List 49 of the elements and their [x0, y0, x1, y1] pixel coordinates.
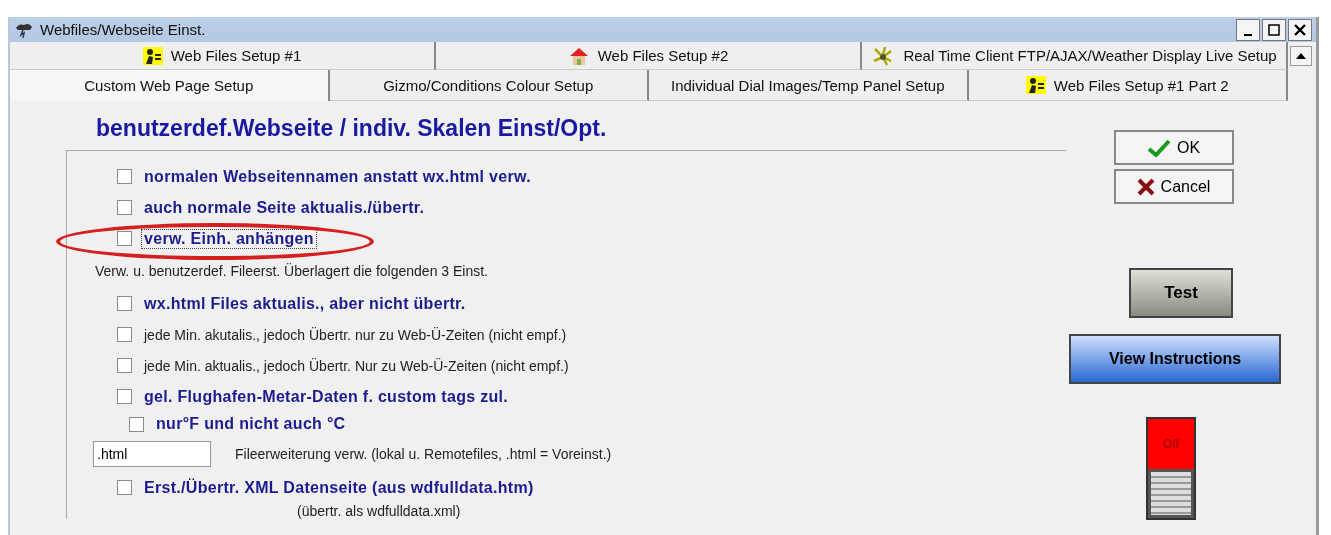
- cross-icon: [1136, 177, 1155, 196]
- window-title: Webfiles/Webseite Einst.: [40, 21, 206, 38]
- storm-cloud-icon: [14, 21, 34, 38]
- checkbox-label: wx.html Files aktualis., aber nicht übertr.: [143, 294, 467, 313]
- tab[interactable]: Real Time Client FTP/AJAX/Weather Display Live Setup: [862, 42, 1288, 70]
- maximize-icon: [1268, 23, 1280, 36]
- checkbox-label: nur°F und nicht auch °C: [155, 415, 347, 433]
- extension-field[interactable]: .html: [93, 441, 211, 467]
- ok-button[interactable]: OK: [1113, 130, 1234, 165]
- checkbox[interactable]: [117, 389, 132, 404]
- tab[interactable]: Web Files Setup #2: [436, 42, 862, 70]
- tab[interactable]: Web Files Setup #1: [10, 42, 436, 70]
- checkbox[interactable]: [117, 327, 132, 342]
- maximize-button[interactable]: [1262, 18, 1286, 41]
- scroll-up-button[interactable]: [1290, 46, 1312, 66]
- checkbox-label: Erst./Übertr. XML Datenseite (aus wdfulldata.htm): [143, 478, 535, 497]
- checkbox[interactable]: [117, 296, 132, 311]
- checkbox-label: verw. Einh. anhängen: [142, 229, 316, 248]
- worker-icon: [142, 46, 163, 65]
- checkbox-label: gel. Flughafen-Metar-Daten f. custom tags zul.: [143, 387, 510, 406]
- field-label: Fileerweiterung verw. (lokal u. Remotefiles, .html = Voreinst.): [234, 446, 613, 462]
- tab[interactable]: Gizmo/Conditions Colour Setup: [329, 70, 649, 101]
- checkbox-label: jede Min. aktualis., jedoch Übertr. Nur zu Web-Ü-Zeiten (nicht empf.): [142, 357, 570, 374]
- minimize-button[interactable]: [1236, 18, 1260, 41]
- up-arrow-icon: [1296, 53, 1306, 59]
- checkbox[interactable]: [129, 416, 144, 432]
- checkbox[interactable]: [117, 480, 132, 495]
- checkbox[interactable]: [117, 200, 132, 215]
- cancel-button[interactable]: Cancel: [1113, 169, 1234, 204]
- checkbox-label: jede Min. akutalis., jedoch Übertr. nur zu Web-Ü-Zeiten (nicht empf.): [142, 326, 568, 343]
- checkbox[interactable]: [117, 358, 132, 373]
- checkbox-label: auch normale Seite aktualis./übertr.: [143, 198, 426, 217]
- note-text: Verw. u. benutzerdef. Fileerst. Überlagert die folgenden 3 Einst.: [95, 262, 489, 281]
- tab[interactable]: Web Files Setup #1 Part 2: [968, 70, 1288, 101]
- worker-icon: [1025, 76, 1046, 94]
- checkbox-label: normalen Webseitennamen anstatt wx.html verw.: [143, 167, 532, 186]
- checkbox[interactable]: [117, 169, 132, 184]
- tab[interactable]: Custom Web Page Setup: [10, 70, 330, 101]
- switch-label: Off: [1148, 419, 1194, 469]
- close-button[interactable]: [1288, 18, 1312, 41]
- minimize-icon: [1244, 33, 1252, 36]
- test-button[interactable]: Test: [1129, 268, 1233, 318]
- checkmark-icon: [1146, 138, 1171, 157]
- view-instructions-button[interactable]: View Instructions: [1069, 334, 1281, 384]
- checkbox[interactable]: [117, 231, 132, 246]
- note-text: (übertr. als wdfulldata.xml): [297, 503, 462, 519]
- close-icon: [1294, 23, 1306, 36]
- tab[interactable]: Individual Dial Images/Temp Panel Setup: [649, 70, 969, 101]
- section-heading: benutzerdef.Webseite / indiv. Skalen Einst/Opt.: [96, 115, 608, 142]
